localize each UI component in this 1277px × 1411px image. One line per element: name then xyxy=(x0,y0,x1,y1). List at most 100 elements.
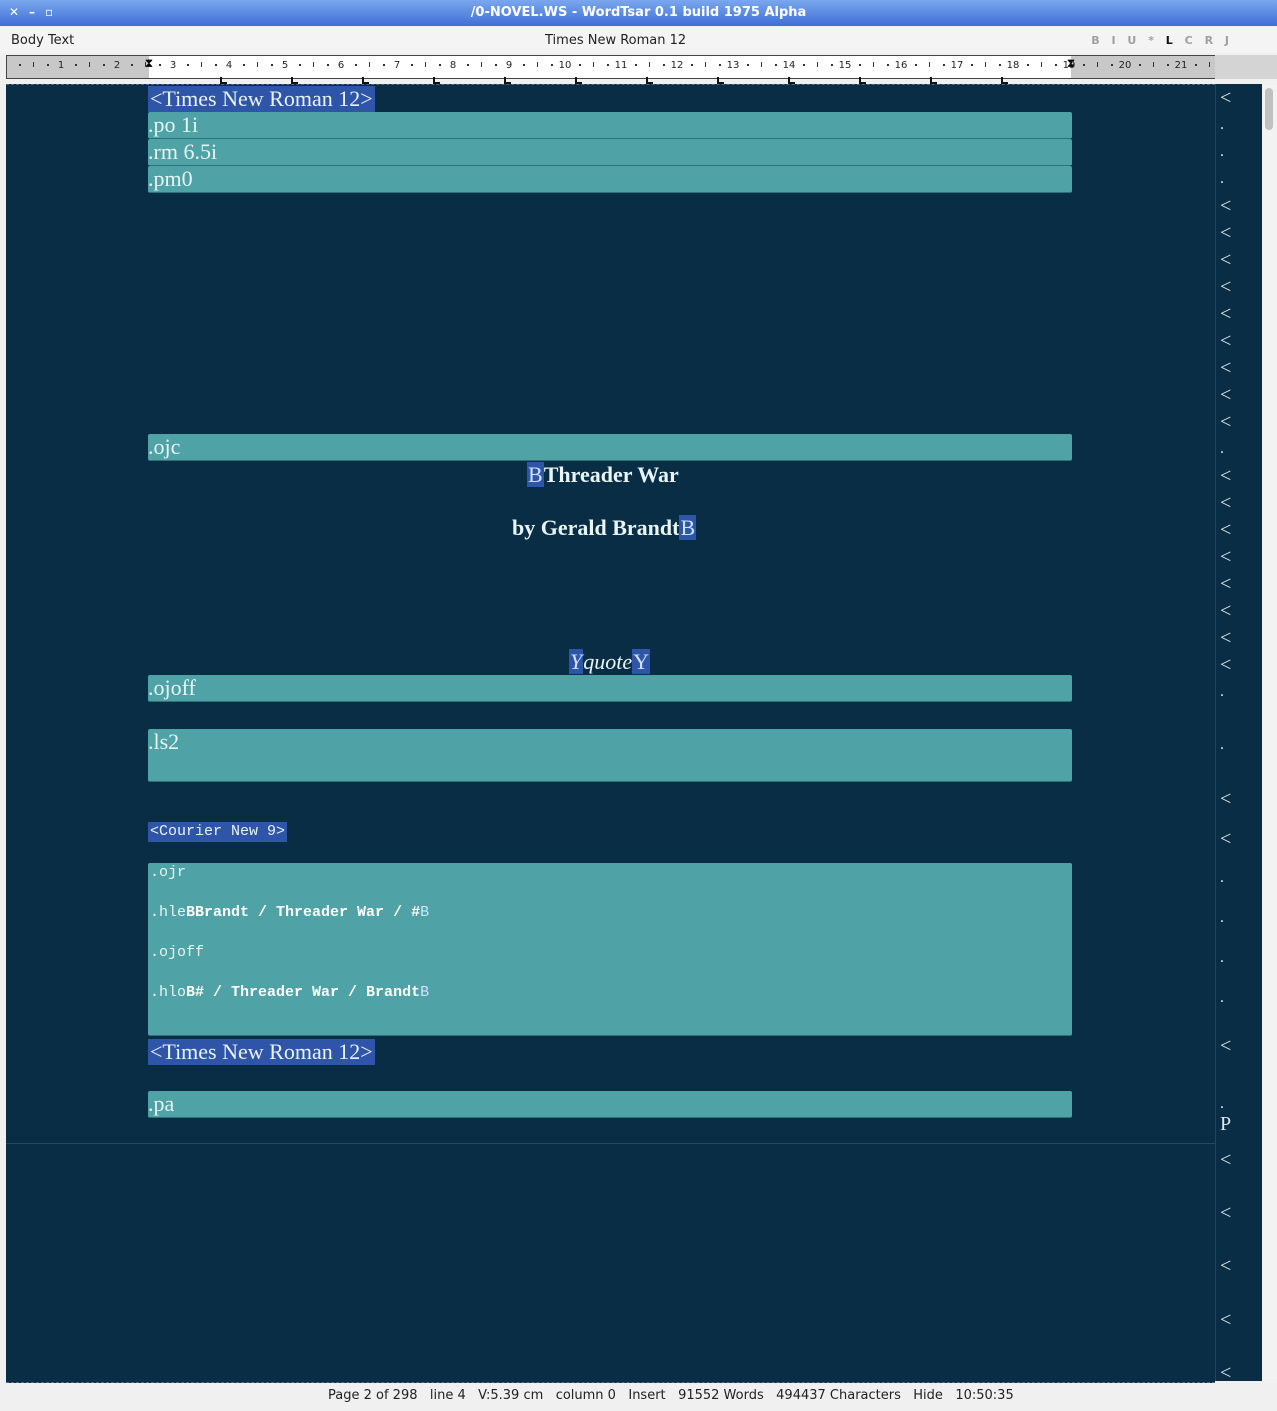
header-block: .ojr .hleBBrandt / Threader War / #B .oj… xyxy=(148,863,1072,1036)
ruler-tick xyxy=(159,64,161,66)
ruler-tick xyxy=(1195,64,1197,66)
document-area[interactable]: <Times New Roman 12> .po 1i .rm 6.5i .pm… xyxy=(6,84,1215,1383)
status-line: line 4 xyxy=(429,1388,466,1403)
line-flag: < xyxy=(1220,87,1232,109)
ruler-tick xyxy=(817,62,818,67)
font-name[interactable]: Times New Roman 12 xyxy=(545,33,686,48)
line-flag: < xyxy=(1220,1255,1232,1277)
vertical-scrollbar[interactable] xyxy=(1262,84,1277,1381)
star-button[interactable]: * xyxy=(1148,34,1154,47)
ruler-tick xyxy=(47,64,49,66)
line-flag: < xyxy=(1220,357,1232,379)
byline-text: by Gerald Brandt xyxy=(512,515,680,540)
ruler-tick xyxy=(131,64,133,66)
ruler-number: 11 xyxy=(614,60,628,71)
ruler-number: 17 xyxy=(950,60,964,71)
ruler-tick xyxy=(1041,62,1042,67)
ruler-tick xyxy=(33,62,34,67)
ruler-tick xyxy=(831,64,833,66)
ruler-tick xyxy=(803,64,805,66)
tab-stop-marker[interactable] xyxy=(1001,77,1008,84)
line-flag: . xyxy=(1220,736,1224,753)
line-flag: < xyxy=(1220,249,1232,271)
align-right-button[interactable]: R xyxy=(1205,34,1213,47)
ruler-tick xyxy=(383,64,385,66)
ruler-tick xyxy=(985,62,986,67)
underline-button[interactable]: U xyxy=(1127,34,1136,47)
ruler-tick xyxy=(327,64,329,66)
ruler[interactable]: ⧗ ⧗ 1 2 3 4 5 6 7 8 9 10 11 12 13 14 15 16 17 18 19 20 21 xyxy=(6,55,1216,79)
ruler-tick xyxy=(537,62,538,67)
ruler-tick xyxy=(369,62,370,67)
ruler-tick xyxy=(271,64,273,66)
byline: by Gerald BrandtB xyxy=(512,515,697,541)
line-flag: < xyxy=(1220,519,1232,541)
tab-stop-marker[interactable] xyxy=(291,77,298,84)
tab-stop-marker[interactable] xyxy=(362,77,369,84)
ruler-number: 5 xyxy=(281,60,289,71)
tab-stop-marker[interactable] xyxy=(220,77,227,84)
ruler-tick xyxy=(579,64,581,66)
paragraph-style[interactable]: Body Text xyxy=(11,33,74,48)
align-center-button[interactable]: C xyxy=(1185,34,1193,47)
ruler-number: 2 xyxy=(113,60,121,71)
left-margin-marker[interactable]: ⧗ xyxy=(145,56,153,71)
ruler-tick xyxy=(187,64,189,66)
tab-stop-marker[interactable] xyxy=(646,77,653,84)
line-flag: . xyxy=(1220,440,1224,457)
italic-button[interactable]: I xyxy=(1111,34,1115,47)
line-flag: . xyxy=(1220,1095,1224,1112)
line-flag: < xyxy=(1220,1309,1232,1331)
ruler-number: 9 xyxy=(505,60,513,71)
ruler-tick xyxy=(691,64,693,66)
tab-stop-marker[interactable] xyxy=(433,77,440,84)
tab-stop-marker[interactable] xyxy=(504,77,511,84)
bold-marker: B xyxy=(527,462,544,487)
ruler-number: 6 xyxy=(337,60,345,71)
status-characters: 494437 Characters xyxy=(776,1388,901,1403)
ruler-number: 12 xyxy=(670,60,684,71)
line-flag: . xyxy=(1220,143,1224,160)
status-mode: Insert xyxy=(628,1388,666,1403)
ruler-tick xyxy=(411,64,413,66)
line-flag: . xyxy=(1220,949,1224,966)
dot-command-hlo: .hloB# / Threader War / BrandtB xyxy=(150,984,430,1001)
line-flag: < xyxy=(1220,465,1232,487)
tab-stop-marker[interactable] xyxy=(575,77,582,84)
dot-command-ojc: .ojc xyxy=(148,434,1072,461)
ruler-tick xyxy=(103,64,105,66)
line-flag: < xyxy=(1220,627,1232,649)
quote-line: YquoteY xyxy=(569,649,651,675)
ruler-number: 21 xyxy=(1174,60,1188,71)
tab-stop-marker[interactable] xyxy=(788,77,795,84)
tab-stop-marker[interactable] xyxy=(930,77,937,84)
line-flag: < xyxy=(1220,222,1232,244)
ruler-tick xyxy=(607,64,609,66)
bold-button[interactable]: B xyxy=(1091,34,1099,47)
ruler-tick xyxy=(593,62,594,67)
ruler-number: 8 xyxy=(449,60,457,71)
ruler-number: 18 xyxy=(1006,60,1020,71)
ruler-tick xyxy=(915,64,917,66)
line-flag: < xyxy=(1220,330,1232,352)
line-flag: . xyxy=(1220,909,1224,926)
tab-stop-marker[interactable] xyxy=(859,77,866,84)
justify-button[interactable]: J xyxy=(1225,34,1229,47)
ruler-tick xyxy=(439,64,441,66)
line-flag: < xyxy=(1220,573,1232,595)
ruler-tick xyxy=(425,62,426,67)
tab-stop-marker[interactable] xyxy=(717,77,724,84)
status-column: column 0 xyxy=(555,1388,616,1403)
align-left-button[interactable]: L xyxy=(1166,34,1173,47)
line-flag: < xyxy=(1220,303,1232,325)
ruler-number: 7 xyxy=(393,60,401,71)
ruler-tick xyxy=(873,62,874,67)
tab-stops[interactable] xyxy=(6,77,1214,84)
format-buttons: B I U * L C R J xyxy=(1083,34,1229,47)
scrollbar-thumb[interactable] xyxy=(1265,88,1273,130)
title-text: Threader War xyxy=(543,462,679,487)
line-flag: < xyxy=(1220,1362,1232,1381)
ruler-number: 14 xyxy=(782,60,796,71)
status-hide[interactable]: Hide xyxy=(913,1388,943,1403)
line-flag: < xyxy=(1220,788,1232,810)
